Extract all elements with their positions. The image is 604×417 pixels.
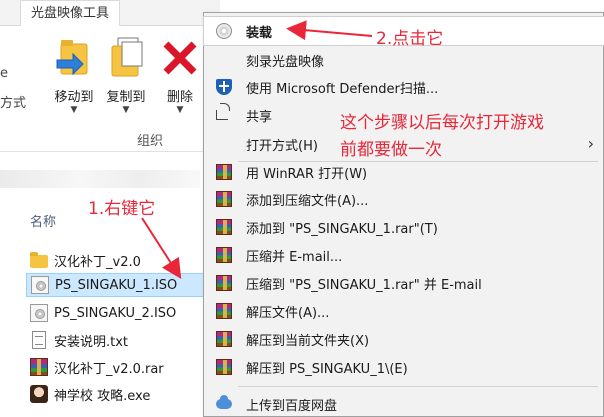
text-file-icon bbox=[32, 331, 46, 349]
delete-caret-icon: ▼ bbox=[176, 105, 184, 115]
blurred-address-bar bbox=[0, 170, 200, 188]
annotation-step1: 1.右键它 bbox=[88, 199, 156, 219]
disc-icon bbox=[216, 23, 232, 39]
menu-item-label: 共享 bbox=[246, 110, 273, 125]
move-to-icon bbox=[56, 40, 88, 76]
menu-item-label: 添加到 "PS_SINGAKU_1.rar"(T) bbox=[246, 222, 438, 237]
file-name: PS_SINGAKU_1.ISO bbox=[55, 277, 178, 293]
menu-item-label: 解压到当前文件夹(X) bbox=[246, 334, 370, 349]
file-list-pane: 名称 汉化补丁_v2.0 PS_SINGAKU_1.ISO PS_SINGAKU… bbox=[0, 196, 220, 417]
annotation-note-line1: 这个步骤以后每次打开游戏 bbox=[340, 113, 544, 133]
move-to-label: 移动到 bbox=[54, 90, 94, 105]
menu-item-label: 刻录光盘映像 bbox=[246, 55, 325, 70]
move-to-caret-icon: ▼ bbox=[70, 105, 78, 115]
menu-item-compress-named-email[interactable]: 压缩到 "PS_SINGAKU_1.rar" 并 E-mail bbox=[204, 269, 604, 297]
winrar-icon bbox=[216, 359, 232, 375]
winrar-icon bbox=[216, 247, 232, 263]
winrar-archive-icon bbox=[30, 358, 48, 376]
delete-x-icon bbox=[163, 41, 197, 75]
move-to-button[interactable]: 移动到 ▼ bbox=[48, 34, 100, 115]
copy-to-caret-icon: ▼ bbox=[122, 105, 130, 115]
menu-item-extract-here[interactable]: 解压到当前文件夹(X) bbox=[204, 325, 604, 353]
winrar-icon bbox=[216, 191, 232, 207]
annotation-step2: 2.点击它 bbox=[376, 29, 444, 49]
menu-item-burn-image[interactable]: 刻录光盘映像 bbox=[204, 46, 604, 74]
defender-shield-icon bbox=[216, 79, 232, 95]
menu-item-label: 上传到百度网盘 bbox=[246, 399, 338, 414]
menu-item-upload-baidu[interactable]: 上传到百度网盘 bbox=[204, 390, 604, 417]
menu-item-label: 使用 Microsoft Defender扫描... bbox=[246, 82, 439, 97]
delete-label: 删除 bbox=[166, 90, 193, 105]
disc-image-icon bbox=[31, 276, 49, 294]
winrar-icon bbox=[216, 275, 232, 291]
menu-item-label: 用 WinRAR 打开(W) bbox=[246, 167, 368, 182]
menu-item-label: 解压文件(A)... bbox=[246, 306, 330, 321]
menu-separator bbox=[238, 386, 598, 387]
file-row-patch-rar[interactable]: 汉化补丁_v2.0.rar bbox=[26, 355, 206, 379]
file-row-iso-1-selected[interactable]: PS_SINGAKU_1.ISO bbox=[26, 273, 206, 297]
delete-button[interactable]: 删除 ▼ bbox=[154, 34, 206, 115]
menu-item-add-to-named-rar[interactable]: 添加到 "PS_SINGAKU_1.rar"(T) bbox=[204, 213, 604, 241]
file-row-iso-2[interactable]: PS_SINGAKU_2.ISO bbox=[26, 301, 206, 325]
ribbon-group-organize: 组织 bbox=[137, 134, 164, 149]
file-name: 汉化补丁_v2.0.rar bbox=[54, 361, 164, 377]
ribbon-cut-label-2: 方式 bbox=[0, 96, 27, 111]
ribbon-tab-disc-image-tools[interactable]: 光盘映像工具 bbox=[20, 0, 121, 26]
winrar-icon bbox=[216, 303, 232, 319]
column-header-name[interactable]: 名称 bbox=[30, 211, 56, 230]
copy-to-button[interactable]: 复制到 ▼ bbox=[100, 34, 152, 115]
menu-item-extract-to-folder[interactable]: 解压到 PS_SINGAKU_1\(E) bbox=[204, 353, 604, 381]
menu-item-label: 压缩到 "PS_SINGAKU_1.rar" 并 E-mail bbox=[246, 278, 482, 293]
baidu-cloud-icon bbox=[216, 395, 232, 409]
menu-item-label: 添加到压缩文件(A)... bbox=[246, 194, 369, 209]
annotation-note-line2: 前都要做一次 bbox=[340, 140, 442, 160]
ribbon-panel: e 方式 移动到 ▼ 复制到 ▼ 删除 ▼ 组织 bbox=[0, 26, 220, 152]
exe-icon bbox=[30, 385, 48, 403]
menu-item-extract-files[interactable]: 解压文件(A)... bbox=[204, 297, 604, 325]
ribbon-tab-strip: 光盘映像工具 bbox=[0, 0, 220, 26]
file-row-guide-exe[interactable]: 神学校 攻略.exe bbox=[26, 382, 206, 406]
file-name: PS_SINGAKU_2.ISO bbox=[54, 305, 177, 321]
file-row-readme[interactable]: 安装说明.txt bbox=[26, 328, 206, 352]
context-menu: 装载 刻录光盘映像 使用 Microsoft Defender扫描... 共享 … bbox=[203, 12, 604, 417]
copy-to-label: 复制到 bbox=[106, 90, 146, 105]
menu-item-label: 装载 bbox=[246, 26, 273, 41]
disc-image-icon bbox=[30, 304, 48, 322]
winrar-icon bbox=[216, 219, 232, 235]
menu-item-label: 解压到 PS_SINGAKU_1\(E) bbox=[246, 362, 408, 377]
winrar-icon bbox=[216, 331, 232, 347]
menu-item-open-with-winrar[interactable]: 用 WinRAR 打开(W) bbox=[204, 158, 604, 186]
chevron-right-icon: › bbox=[587, 134, 594, 153]
copy-to-icon bbox=[111, 37, 143, 77]
file-name: 神学校 攻略.exe bbox=[54, 388, 151, 404]
share-icon bbox=[216, 103, 230, 120]
ribbon-cut-label: e bbox=[0, 66, 8, 81]
menu-item-compress-email[interactable]: 压缩并 E-mail... bbox=[204, 241, 604, 269]
file-name: 安装说明.txt bbox=[54, 334, 129, 350]
menu-item-add-to-archive[interactable]: 添加到压缩文件(A)... bbox=[204, 185, 604, 213]
menu-item-label: 压缩并 E-mail... bbox=[246, 250, 343, 265]
winrar-icon bbox=[216, 164, 232, 180]
file-row-patch-folder[interactable]: 汉化补丁_v2.0 bbox=[26, 248, 206, 272]
menu-item-label: 打开方式(H) bbox=[246, 139, 318, 154]
file-name: 汉化补丁_v2.0 bbox=[54, 254, 141, 270]
menu-item-defender-scan[interactable]: 使用 Microsoft Defender扫描... bbox=[204, 73, 604, 101]
folder-icon bbox=[30, 252, 48, 268]
